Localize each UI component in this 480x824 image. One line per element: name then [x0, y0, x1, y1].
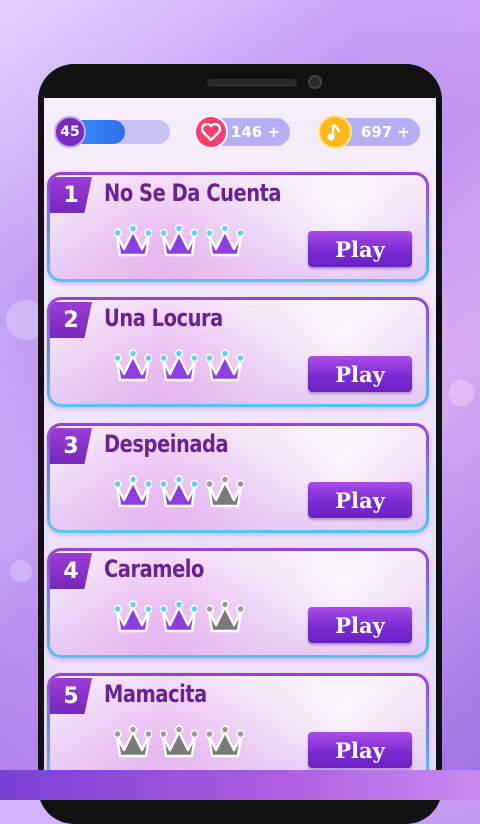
song-card: 3 Despeinada Play — [47, 423, 429, 533]
crown-empty-icon — [160, 724, 198, 764]
crown-earned-icon — [114, 599, 152, 639]
crown-rating — [114, 724, 244, 764]
crown-earned-icon — [114, 223, 152, 263]
song-title: Despeinada — [104, 430, 229, 458]
crown-rating — [114, 474, 244, 514]
song-title: Mamacita — [104, 680, 207, 708]
crown-earned-icon — [114, 474, 152, 514]
heart-icon — [194, 115, 228, 149]
level-badge: 45 — [54, 116, 86, 148]
coins-value: 697 + — [360, 123, 410, 141]
play-button[interactable]: Play — [308, 607, 412, 643]
crown-empty-icon — [206, 599, 244, 639]
crown-empty-icon — [114, 724, 152, 764]
phone-camera — [308, 75, 322, 89]
play-button[interactable]: Play — [308, 482, 412, 518]
play-button[interactable]: Play — [308, 732, 412, 768]
phone-speaker — [207, 79, 297, 87]
song-card: 4 Caramelo Play — [47, 548, 429, 658]
song-title: No Se Da Cuenta — [104, 179, 282, 207]
crown-earned-icon — [206, 348, 244, 388]
crown-earned-icon — [206, 223, 244, 263]
crown-earned-icon — [160, 348, 198, 388]
song-card: 1 No Se Da Cuenta Play — [47, 172, 429, 282]
crown-earned-icon — [160, 474, 198, 514]
song-title: Una Locura — [104, 304, 223, 332]
crown-rating — [114, 348, 244, 388]
play-button[interactable]: Play — [308, 231, 412, 267]
crown-rating — [114, 223, 244, 263]
music-note-icon — [318, 115, 352, 149]
crown-earned-icon — [160, 223, 198, 263]
lives-value: 146 + — [230, 123, 280, 141]
play-button[interactable]: Play — [308, 356, 412, 392]
crown-empty-icon — [206, 474, 244, 514]
crown-empty-icon — [206, 724, 244, 764]
top-status-bar: 45 146 + 697 + — [52, 114, 424, 150]
bokeh-decoration — [448, 380, 474, 406]
phone-side-button — [436, 296, 442, 362]
crown-earned-icon — [114, 348, 152, 388]
song-card: 2 Una Locura Play — [47, 297, 429, 407]
bottom-decoration-band — [0, 770, 480, 800]
crown-rating — [114, 599, 244, 639]
song-title: Caramelo — [104, 555, 204, 583]
song-card: 5 Mamacita Play — [47, 673, 429, 783]
lives-counter[interactable]: 146 + — [194, 115, 290, 149]
crown-earned-icon — [160, 599, 198, 639]
coins-counter[interactable]: 697 + — [318, 115, 420, 149]
bokeh-decoration — [10, 560, 32, 582]
